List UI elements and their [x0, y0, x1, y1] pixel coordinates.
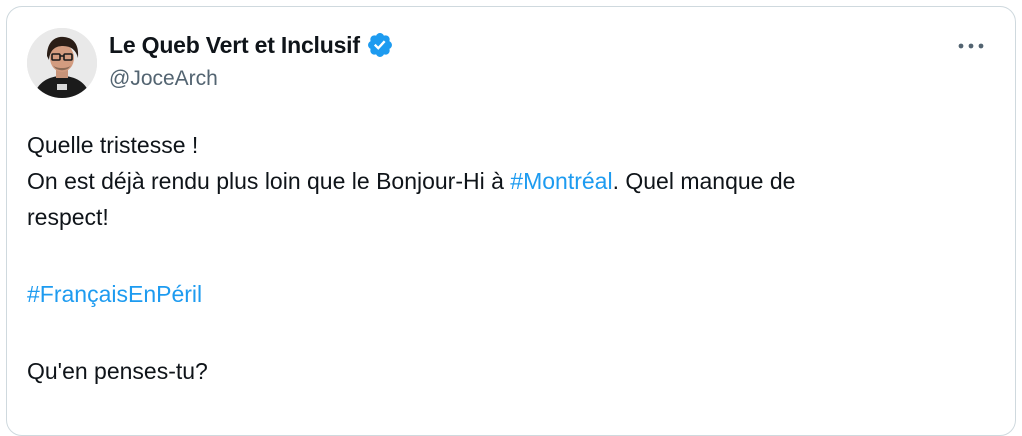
- tweet-hashtag-line: #FrançaisEnPéril: [27, 276, 997, 312]
- author-avatar[interactable]: [27, 28, 97, 98]
- tweet-line-2: On est déjà rendu plus loin que le Bonjo…: [27, 163, 997, 199]
- author-name-row: Le Queb Vert et Inclusif: [109, 31, 394, 59]
- verified-badge-icon: [366, 31, 394, 59]
- hashtag-francais-en-peril-link[interactable]: #FrançaisEnPéril: [27, 281, 202, 307]
- tweet-body: Quelle tristesse ! On est déjà rendu plu…: [27, 127, 997, 389]
- tweet-line-1: Quelle tristesse !: [27, 132, 199, 158]
- hashtag-montreal-link[interactable]: #Montréal: [510, 168, 612, 194]
- tweet-line-3: respect!: [27, 204, 109, 230]
- author-display-name[interactable]: Le Queb Vert et Inclusif: [109, 32, 360, 59]
- tweet-line-2-after: . Quel manque de: [612, 168, 796, 194]
- tweet-card[interactable]: Le Queb Vert et Inclusif @JoceArch Quell…: [6, 6, 1016, 436]
- tweet-question-line: Qu'en penses-tu?: [27, 358, 208, 384]
- author-handle[interactable]: @JoceArch: [109, 67, 218, 91]
- more-options-button[interactable]: [953, 35, 989, 57]
- more-dots-icon: [958, 43, 984, 49]
- tweet-line-2-before: On est déjà rendu plus loin que le Bonjo…: [27, 168, 511, 194]
- user-avatar-icon: [27, 28, 97, 98]
